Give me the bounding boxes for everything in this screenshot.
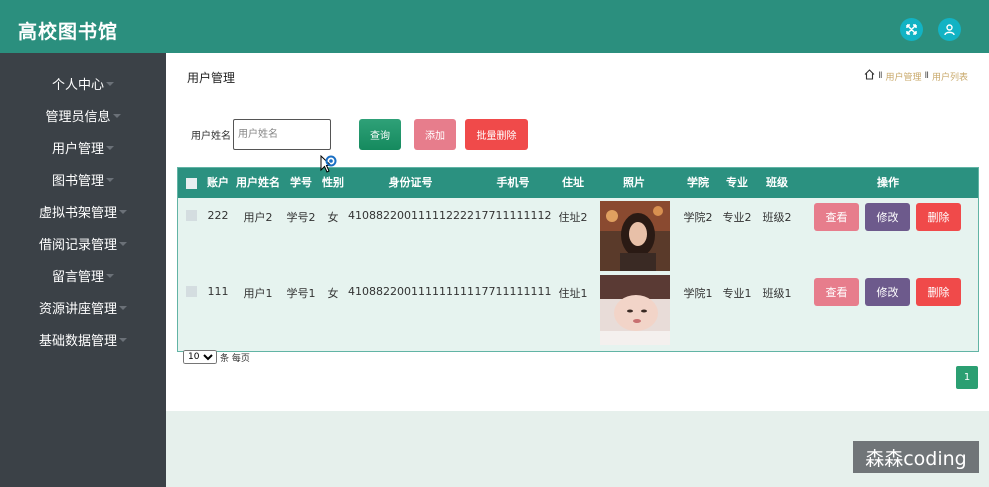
cell-id-card: 410882200111112222 — [348, 209, 474, 222]
breadcrumb-separator: Ⅱ — [924, 71, 929, 81]
main-content: 用户管理 Ⅱ 用户管理 Ⅱ 用户列表 用户姓名 查询 添加 批量删除 账户 用户… — [166, 53, 989, 411]
column-header-major: 专业 — [726, 176, 748, 189]
column-header-class: 班级 — [766, 176, 788, 189]
cell-gender: 女 — [327, 211, 339, 224]
sidebar-item-admin-info[interactable]: 管理员信息 — [0, 99, 166, 131]
column-header-student-id: 学号 — [290, 176, 312, 189]
column-header-actions: 操作 — [877, 176, 899, 189]
user-photo[interactable] — [600, 201, 670, 271]
sidebar-item-messages[interactable]: 留言管理 — [0, 259, 166, 291]
row-checkbox[interactable] — [186, 210, 197, 221]
column-header-college: 学院 — [687, 176, 709, 189]
cell-gender: 女 — [327, 287, 339, 300]
watermark: 森森coding — [853, 441, 979, 473]
cell-id-card: 410882200111111111 — [348, 285, 474, 298]
cell-student-id: 学号1 — [286, 287, 316, 300]
search-label: 用户姓名 — [191, 131, 231, 142]
sidebar-item-label: 虚拟书架管理 — [38, 205, 117, 221]
column-header-name: 用户姓名 — [236, 176, 280, 189]
sidebar-item-base-data[interactable]: 基础数据管理 — [0, 323, 166, 355]
sidebar-item-book-management[interactable]: 图书管理 — [0, 163, 166, 195]
sidebar-item-personal-center[interactable]: 个人中心 — [0, 67, 166, 99]
sidebar-item-label: 借阅记录管理 — [38, 237, 117, 253]
chevron-down-icon — [106, 82, 114, 86]
cell-address: 住址1 — [558, 287, 588, 300]
chevron-down-icon — [106, 274, 114, 278]
sidebar-item-label: 基础数据管理 — [38, 333, 117, 349]
cell-class: 班级1 — [762, 287, 792, 300]
page-size-control: 10 条 每页 — [183, 350, 250, 364]
cell-account: 222 — [207, 209, 229, 222]
cell-class: 班级2 — [762, 211, 792, 224]
sidebar-item-label: 图书管理 — [51, 173, 104, 189]
page-size-select[interactable]: 10 — [183, 350, 217, 364]
delete-button[interactable]: 删除 — [916, 278, 961, 306]
view-button[interactable]: 查看 — [814, 203, 859, 231]
sidebar-item-borrow-records[interactable]: 借阅记录管理 — [0, 227, 166, 259]
user-table: 账户 用户姓名 学号 性别 身份证号 手机号 住址 照片 学院 专业 班级 操作… — [177, 167, 979, 352]
column-header-id-card: 身份证号 — [388, 176, 433, 189]
sidebar-item-user-management[interactable]: 用户管理 — [0, 131, 166, 163]
mouse-cursor-icon — [320, 155, 337, 173]
sidebar: 个人中心 管理员信息 用户管理 图书管理 虚拟书架管理 借阅记录管理 留言管理 … — [0, 53, 166, 487]
cell-college: 学院2 — [683, 211, 713, 224]
sidebar-item-lectures[interactable]: 资源讲座管理 — [0, 291, 166, 323]
page-title: 用户管理 — [187, 71, 236, 85]
page-button-current[interactable]: 1 — [956, 366, 978, 389]
breadcrumb-item[interactable]: 用户列表 — [932, 70, 968, 83]
cell-student-id: 学号2 — [286, 211, 316, 224]
app-title: 高校图书馆 — [18, 21, 119, 43]
edit-button[interactable]: 修改 — [865, 278, 910, 306]
chevron-down-icon — [119, 242, 127, 246]
table-header: 账户 用户姓名 学号 性别 身份证号 手机号 住址 照片 学院 专业 班级 操作 — [178, 168, 978, 198]
sidebar-item-virtual-shelf[interactable]: 虚拟书架管理 — [0, 195, 166, 227]
chevron-down-icon — [106, 146, 114, 150]
delete-button[interactable]: 删除 — [916, 203, 961, 231]
home-icon[interactable] — [864, 69, 875, 83]
breadcrumb: Ⅱ 用户管理 Ⅱ 用户列表 — [864, 69, 968, 83]
cell-college: 学院1 — [683, 287, 713, 300]
user-photo[interactable] — [600, 275, 670, 345]
bulk-delete-button[interactable]: 批量删除 — [465, 119, 528, 150]
cell-address: 住址2 — [558, 211, 588, 224]
sidebar-item-label: 资源讲座管理 — [38, 301, 117, 317]
chevron-down-icon — [106, 178, 114, 182]
table-row: 111 用户1 学号1 女 410882200111111111 1771111… — [178, 274, 978, 348]
table-row: 222 用户2 学号2 女 410882200111112222 1771111… — [178, 198, 978, 272]
breadcrumb-item[interactable]: 用户管理 — [886, 70, 922, 83]
column-header-phone: 手机号 — [496, 176, 530, 189]
edit-button[interactable]: 修改 — [865, 203, 910, 231]
sidebar-item-label: 用户管理 — [51, 141, 104, 157]
user-icon[interactable] — [938, 18, 961, 41]
top-bar: 高校图书馆 — [0, 0, 989, 53]
chevron-down-icon — [119, 306, 127, 310]
cell-name: 用户1 — [243, 287, 273, 300]
chevron-down-icon — [112, 114, 121, 118]
column-header-photo: 照片 — [623, 176, 645, 189]
add-button[interactable]: 添加 — [414, 119, 456, 150]
view-button[interactable]: 查看 — [814, 278, 859, 306]
search-button[interactable]: 查询 — [359, 119, 401, 150]
search-input[interactable] — [233, 119, 331, 150]
cell-account: 111 — [207, 285, 229, 298]
sidebar-item-label: 个人中心 — [51, 77, 104, 93]
column-header-address: 住址 — [562, 176, 584, 189]
cell-phone: 17711111111 — [474, 285, 552, 298]
cell-major: 专业2 — [722, 211, 752, 224]
breadcrumb-separator: Ⅱ — [878, 71, 883, 81]
chevron-down-icon — [119, 338, 127, 342]
page-size-suffix: 条 每页 — [220, 353, 250, 364]
cell-name: 用户2 — [243, 211, 273, 224]
fullscreen-icon[interactable] — [900, 18, 923, 41]
chevron-down-icon — [119, 210, 127, 214]
cell-major: 专业1 — [722, 287, 752, 300]
sidebar-item-label: 管理员信息 — [45, 109, 111, 125]
column-header-account: 账户 — [207, 176, 229, 189]
row-checkbox[interactable] — [186, 286, 197, 297]
sidebar-item-label: 留言管理 — [51, 269, 104, 285]
select-all-checkbox[interactable] — [186, 178, 197, 189]
cell-phone: 17711111112 — [474, 209, 552, 222]
